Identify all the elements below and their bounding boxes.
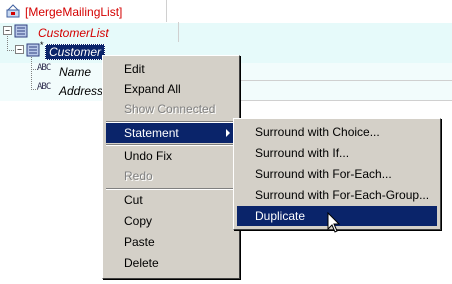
menu-item-statement[interactable]: Statement <box>106 123 236 143</box>
column-divider <box>178 22 179 42</box>
text-type-icon: ABC <box>37 82 51 92</box>
menu-item-undo-fix[interactable]: Undo Fix <box>106 146 236 166</box>
context-menu: Edit Expand All Show Connected Statement… <box>102 55 240 279</box>
tree-node-customer[interactable]: Customer <box>45 44 106 60</box>
text-type-icon: ABC <box>37 63 51 73</box>
menu-item-redo: Redo <box>124 169 153 183</box>
menu-item-paste[interactable]: Paste <box>106 232 236 252</box>
list-icon <box>26 43 40 57</box>
submenu-item-surround-choice[interactable]: Surround with Choice... <box>237 122 437 142</box>
mouse-pointer-icon <box>327 212 341 233</box>
menu-item-copy[interactable]: Copy <box>106 211 236 231</box>
tree-node-name[interactable]: Name <box>59 65 91 79</box>
collapse-toggle[interactable]: − <box>15 45 24 54</box>
submenu-item-surround-for-each-group[interactable]: Surround with For-Each-Group... <box>237 185 437 205</box>
tree-node-address[interactable]: Address <box>59 84 103 98</box>
menu-item-show-connected: Show Connected <box>124 102 216 116</box>
repeat-marker-icon: * <box>40 40 44 50</box>
list-icon <box>14 24 28 38</box>
tree-connector <box>7 36 14 51</box>
row-divider <box>240 100 452 101</box>
tree-node-root[interactable]: [MergeMailingList] <box>25 5 122 19</box>
submenu-arrow-icon <box>226 129 230 137</box>
collapse-toggle[interactable]: − <box>3 26 12 35</box>
tree-node-customer-list[interactable]: CustomerList <box>38 26 109 40</box>
submenu-item-surround-for-each[interactable]: Surround with For-Each... <box>237 164 437 184</box>
menu-item-expand-all[interactable]: Expand All <box>106 79 236 99</box>
menu-item-cut[interactable]: Cut <box>106 190 236 210</box>
menu-item-delete[interactable]: Delete <box>106 253 236 273</box>
row-divider <box>240 80 452 81</box>
menu-item-statement-label: Statement <box>124 126 179 140</box>
document-icon <box>6 4 20 18</box>
menu-item-edit[interactable]: Edit <box>106 59 236 79</box>
column-divider <box>166 0 167 22</box>
submenu-item-surround-if[interactable]: Surround with If... <box>237 143 437 163</box>
